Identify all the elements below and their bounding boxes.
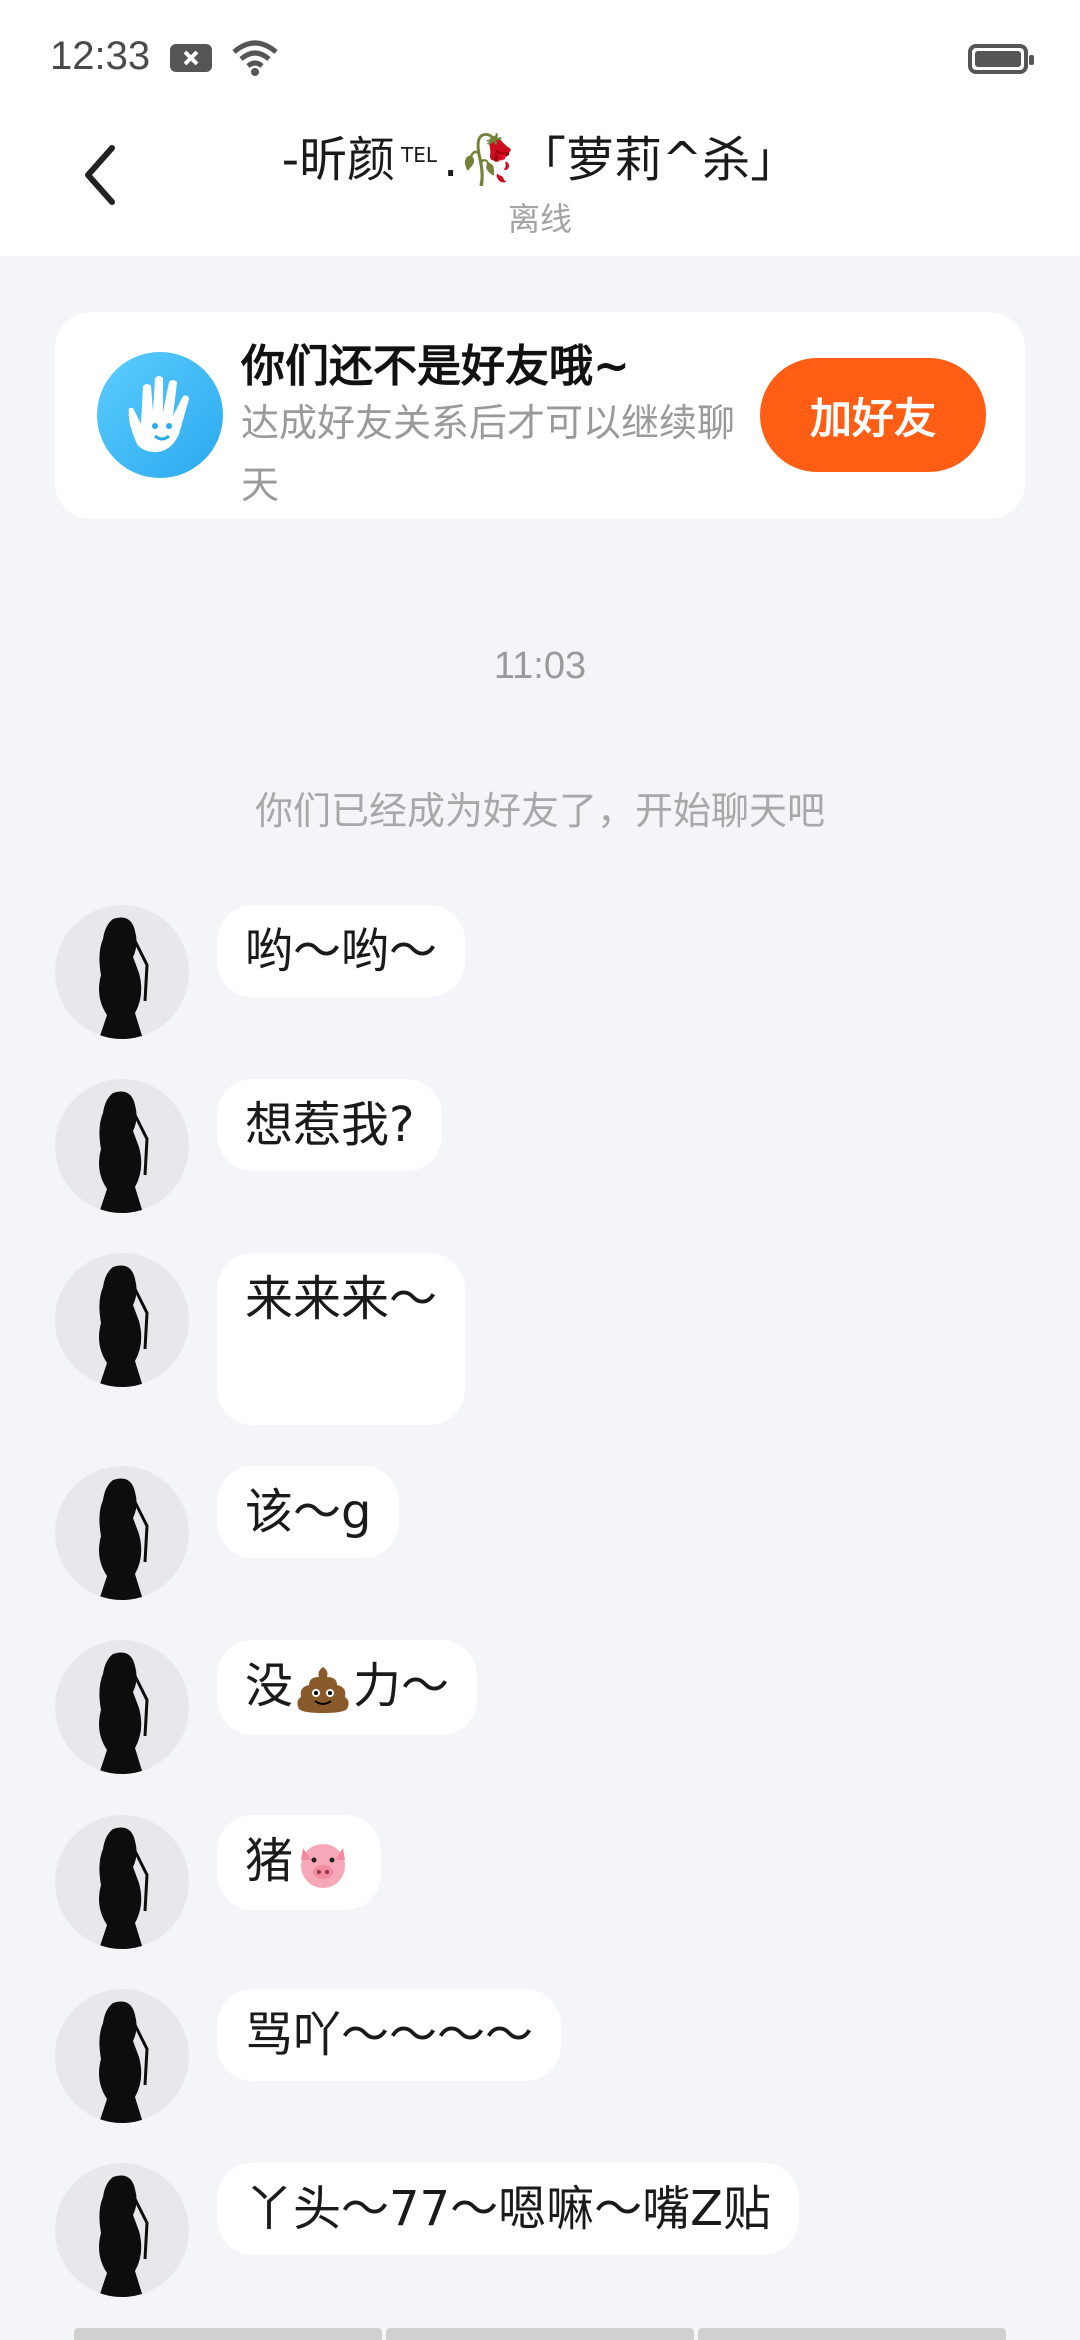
title-suffix: .🥀「萝莉^杀」 xyxy=(443,132,799,188)
message-text-part: 力～ xyxy=(353,1658,450,1714)
avatar[interactable] xyxy=(55,905,189,1039)
message-bubble[interactable]: 哟～哟～ xyxy=(217,905,466,997)
message-bubble[interactable]: 想惹我? xyxy=(217,1079,443,1171)
card-title: 你们还不是好友哦~ xyxy=(241,341,630,392)
title-prefix: -昕颜 xyxy=(281,132,396,188)
online-status: 离线 xyxy=(507,200,572,238)
friend-request-card: 你们还不是好友哦~ 达成好友关系后才可以继续聊天 加好友 xyxy=(55,312,1025,519)
wifi-icon xyxy=(232,40,278,76)
panel-tab[interactable] xyxy=(74,2328,382,2340)
avatar[interactable] xyxy=(55,1815,189,1949)
avatar[interactable] xyxy=(55,1989,189,2123)
message-bubble[interactable]: 来来来～ xyxy=(217,1253,466,1425)
top-bar: 12:33 -昕颜 TEL .🥀「萝莉^杀」 离线 xyxy=(0,0,1080,256)
chat-title: -昕颜 TEL .🥀「萝莉^杀」 xyxy=(220,120,860,190)
message-text-part: 没 xyxy=(245,1658,294,1714)
avatar[interactable] xyxy=(55,1253,189,1387)
panel-tab[interactable] xyxy=(698,2328,1006,2340)
message-bubble[interactable]: 该～g xyxy=(217,1466,400,1558)
message-text-part: 猪 xyxy=(245,1833,294,1889)
pig-face-emoji-icon xyxy=(301,1844,346,1888)
status-icons xyxy=(168,38,280,78)
panel-tab[interactable] xyxy=(386,2328,694,2340)
notification-close-icon xyxy=(170,44,212,72)
message-bubble[interactable]: 没 力～ xyxy=(217,1640,478,1735)
system-message: 你们已经成为好友了，开始聊天吧 xyxy=(254,789,825,833)
bottom-panel-edge xyxy=(74,2328,1006,2340)
card-description: 达成好友关系后才可以继续聊天 xyxy=(241,401,736,507)
avatar[interactable] xyxy=(55,1079,189,1213)
message-bubble[interactable]: 丫头～77～嗯嘛～嘴Z贴 xyxy=(217,2163,799,2255)
hand-icon xyxy=(97,352,223,478)
avatar[interactable] xyxy=(55,2163,189,2297)
status-time: 12:33 xyxy=(50,34,151,78)
message-timestamp: 11:03 xyxy=(493,645,587,687)
add-friend-button[interactable]: 加好友 xyxy=(760,358,986,472)
avatar[interactable] xyxy=(55,1466,189,1600)
message-bubble[interactable]: 骂吖～～～～ xyxy=(217,1989,562,2081)
battery-icon xyxy=(968,44,1034,74)
title-tel: TEL xyxy=(401,143,438,167)
avatar[interactable] xyxy=(55,1640,189,1774)
message-bubble[interactable]: 猪 xyxy=(217,1815,382,1910)
poop-emoji-icon xyxy=(297,1667,349,1713)
